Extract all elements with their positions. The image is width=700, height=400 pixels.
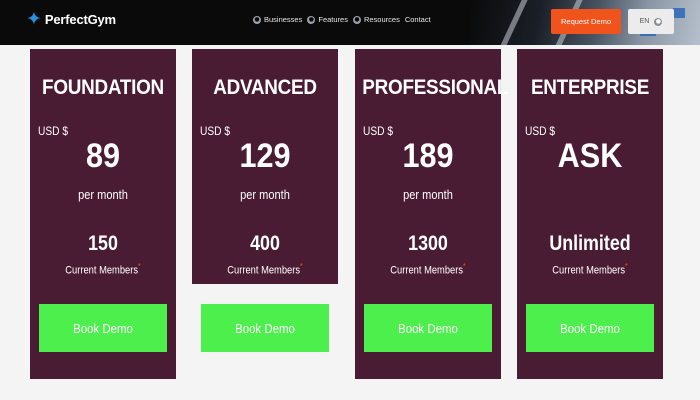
- globe-icon: ●: [654, 17, 663, 26]
- book-demo-button-professional[interactable]: Book Demo: [364, 304, 492, 352]
- logo-text: PerfectGym: [44, 12, 116, 27]
- plan-name: ADVANCED: [213, 76, 317, 99]
- nav-label: Contact: [404, 15, 431, 24]
- book-demo-button-enterprise[interactable]: Book Demo: [526, 304, 654, 352]
- plan-name: ENTERPRISE: [530, 76, 650, 99]
- nav-item-contact[interactable]: Contact: [405, 15, 431, 24]
- plan-currency: USD $: [363, 124, 394, 138]
- language-label: EN: [639, 18, 650, 25]
- logo[interactable]: ✦ PerfectGym: [26, 10, 116, 29]
- book-demo-button-foundation[interactable]: Book Demo: [39, 304, 167, 352]
- nav-label: Features: [318, 15, 348, 24]
- nav-item-businesses[interactable]: ● Businesses: [253, 15, 302, 24]
- language-selector[interactable]: EN ●: [628, 9, 674, 34]
- globe-icon: ●: [253, 15, 261, 24]
- plan-members-label: Current Members*: [552, 262, 628, 277]
- book-demo-button-advanced[interactable]: Book Demo: [201, 304, 329, 352]
- globe-icon: ●: [352, 15, 361, 24]
- plan-price: 189: [402, 137, 454, 175]
- plan-period: per month: [240, 187, 290, 202]
- nav-item-resources[interactable]: ● Resources: [352, 15, 400, 24]
- plan-currency: USD $: [525, 124, 556, 138]
- plan-members-count: 400: [250, 232, 280, 255]
- plan-members-count: 150: [88, 232, 118, 255]
- globe-icon: ●: [307, 15, 316, 24]
- plan-price: 89: [85, 137, 121, 175]
- nav-item-features[interactable]: ● Features: [307, 15, 348, 24]
- plan-name: PROFESSIONAL: [362, 76, 509, 99]
- plan-members-label: Current Members*: [65, 262, 141, 277]
- plan-currency: USD $: [200, 124, 231, 138]
- star-icon: ✦: [26, 8, 42, 30]
- plan-card-advanced: ADVANCED USD $ 129 per month 400 Current…: [192, 49, 338, 284]
- nav-label: Resources: [363, 15, 400, 24]
- plan-currency: USD $: [38, 124, 69, 138]
- plan-members-label: Current Members*: [390, 262, 466, 277]
- plan-members-count: 1300: [408, 232, 448, 255]
- plan-members-label: Current Members*: [227, 262, 303, 277]
- plan-price: 129: [239, 137, 291, 175]
- request-demo-button[interactable]: Request Demo: [551, 9, 621, 34]
- plan-name: FOUNDATION: [42, 76, 164, 99]
- top-navbar: ✦ PerfectGym ● Businesses ● Features ● R…: [0, 0, 700, 45]
- plan-members-count: Unlimited: [549, 232, 631, 255]
- nav-label: Businesses: [264, 15, 303, 24]
- plan-period: per month: [78, 187, 128, 202]
- plan-period: per month: [403, 187, 453, 202]
- main-nav: ● Businesses ● Features ● Resources Cont…: [253, 15, 431, 24]
- plan-price: ASK: [557, 137, 623, 175]
